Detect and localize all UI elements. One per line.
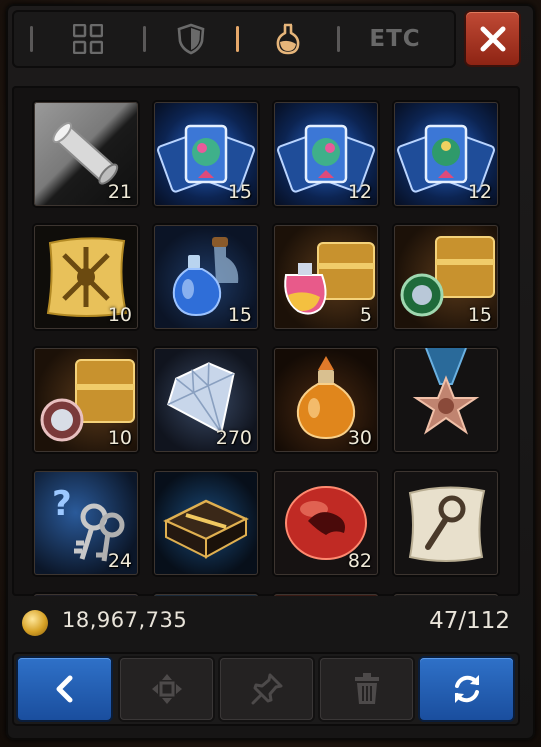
tab-all[interactable]: [33, 10, 143, 68]
close-icon: [480, 26, 505, 51]
close-button[interactable]: [466, 12, 519, 65]
map-scroll-item[interactable]: 10: [34, 225, 138, 329]
card-pack-item-1[interactable]: 15: [154, 102, 258, 206]
partial-slot[interactable]: [154, 594, 258, 596]
tab-consumables[interactable]: [239, 10, 337, 68]
item-quantity: 30: [347, 427, 372, 449]
item-quantity: 15: [467, 304, 492, 326]
medal-item[interactable]: [394, 348, 498, 452]
keys-item[interactable]: ? 24: [34, 471, 138, 575]
partial-slot[interactable]: [274, 594, 378, 596]
blue-potion-item[interactable]: 15: [154, 225, 258, 329]
tab-etc[interactable]: ETC: [340, 10, 450, 68]
item-quantity: 12: [347, 181, 372, 203]
map-icon: [408, 486, 486, 562]
card-pack-item-3[interactable]: 12: [394, 102, 498, 206]
item-quantity: 12: [467, 181, 492, 203]
refresh-icon: [454, 675, 479, 703]
card-pack-item-2[interactable]: 12: [274, 102, 378, 206]
potion-chest-item[interactable]: 5: [274, 225, 378, 329]
potion-icon: [276, 23, 300, 55]
action-bar: [12, 652, 520, 726]
item-quantity: 10: [107, 427, 132, 449]
item-quantity: 15: [227, 304, 252, 326]
tab-equipment[interactable]: [146, 10, 236, 68]
item-quantity: 5: [359, 304, 372, 326]
partial-slot[interactable]: [34, 594, 138, 596]
item-quantity: 21: [107, 181, 132, 203]
orange-potion-item[interactable]: 30: [274, 348, 378, 452]
inventory-tabs: ETC: [12, 10, 456, 68]
delete-button[interactable]: [320, 658, 413, 720]
black-chest-item[interactable]: [154, 471, 258, 575]
back-button[interactable]: [18, 658, 111, 720]
chest-icon: [163, 499, 249, 559]
chevron-left-icon: [56, 675, 72, 703]
svg-text:?: ?: [52, 484, 72, 524]
shield-icon: [177, 23, 205, 55]
pin-button[interactable]: [220, 658, 313, 720]
inventory-grid: 21 15 12 12 10 15 5 15 10 270 30 ? 24 82: [12, 86, 520, 596]
grid-icon: [73, 24, 103, 54]
gem-chest-item[interactable]: 15: [394, 225, 498, 329]
item-quantity: 15: [227, 181, 252, 203]
sort-button[interactable]: [420, 658, 513, 720]
map-item[interactable]: [394, 471, 498, 575]
silver-chest-item[interactable]: 10: [34, 348, 138, 452]
diamond-item[interactable]: 270: [154, 348, 258, 452]
trash-icon: [354, 673, 379, 704]
item-quantity: 24: [107, 550, 132, 572]
item-quantity: 270: [215, 427, 252, 449]
move-icon: [151, 674, 182, 704]
gold-coin-icon: [22, 610, 48, 636]
partial-slot[interactable]: [394, 594, 498, 596]
move-button[interactable]: [120, 658, 213, 720]
medal-icon: [412, 348, 480, 435]
dragon-orb-item[interactable]: 82: [274, 471, 378, 575]
inventory-capacity: 47/112: [429, 608, 510, 634]
item-quantity: 10: [107, 304, 132, 326]
pin-icon: [251, 673, 282, 705]
gold-amount: 18,967,735: [62, 608, 188, 632]
item-quantity: 82: [347, 550, 372, 572]
scroll-item[interactable]: 21: [34, 102, 138, 206]
